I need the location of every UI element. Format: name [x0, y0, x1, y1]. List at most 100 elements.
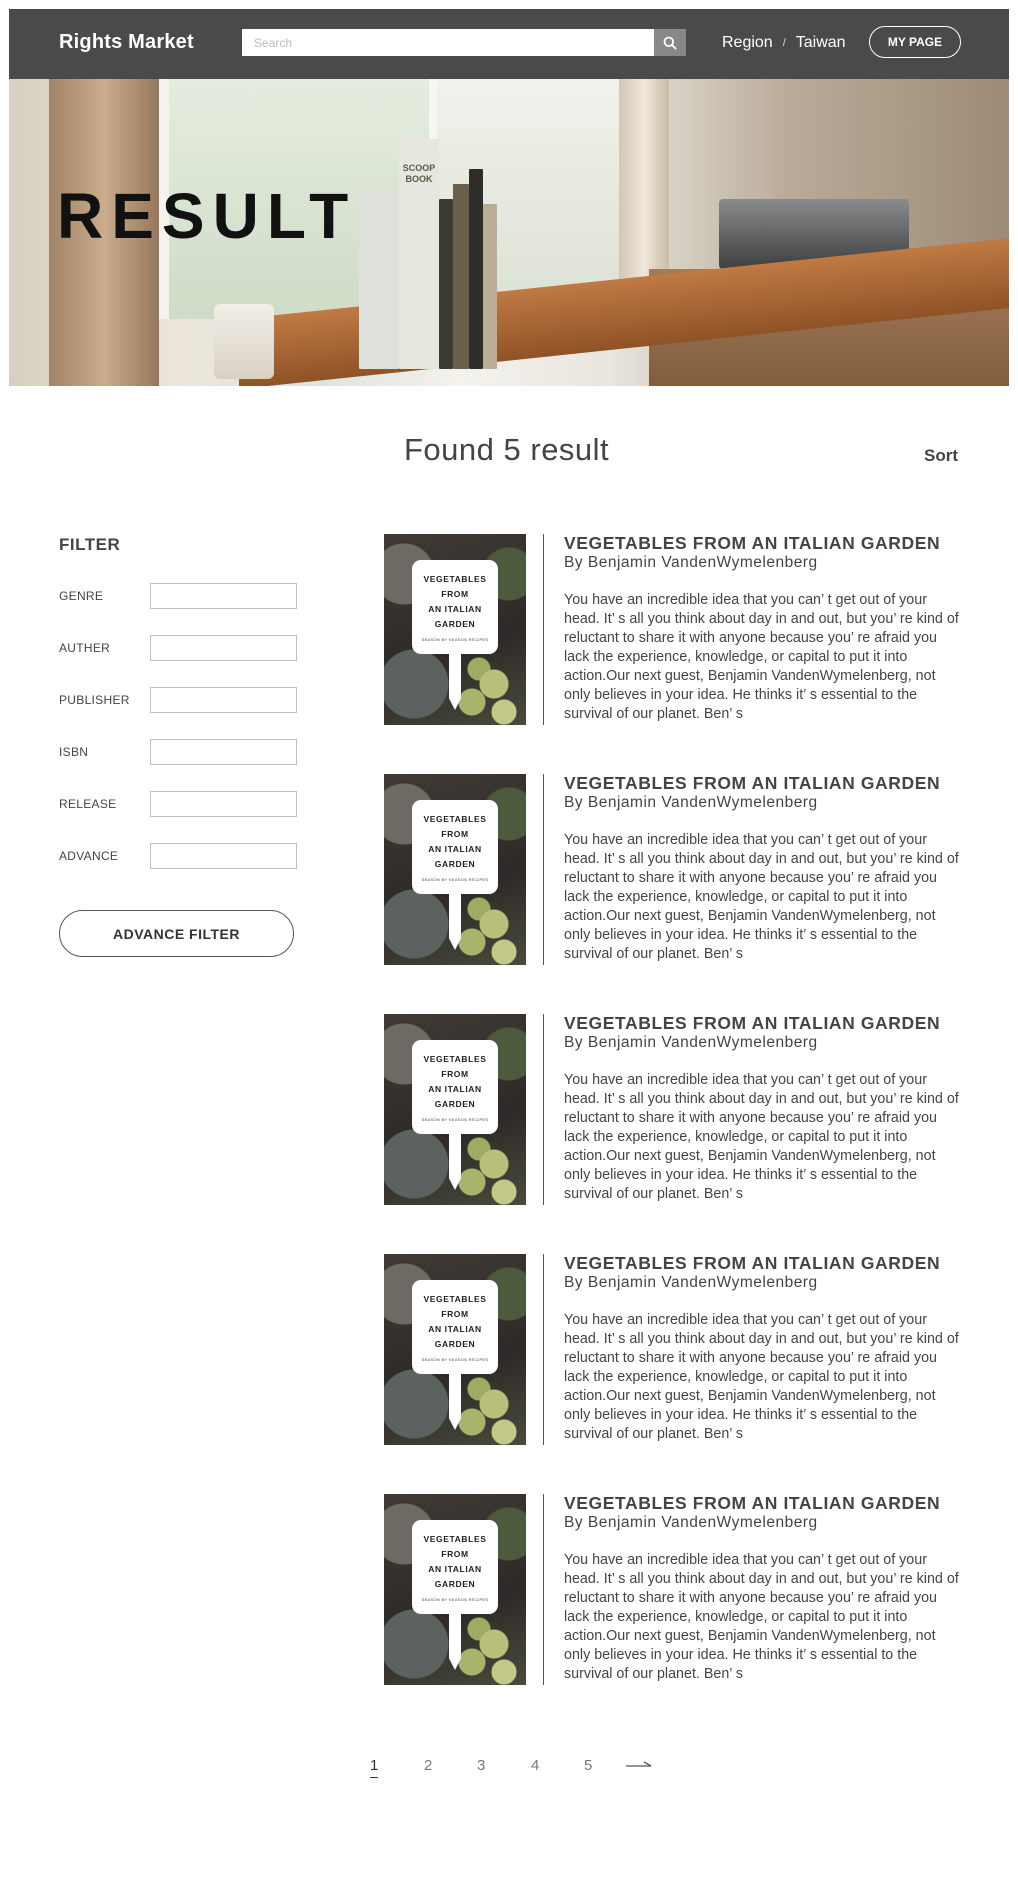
sort-button[interactable]: Sort	[924, 446, 958, 466]
hero-book	[359, 189, 399, 369]
hero-candle-jar	[214, 304, 274, 379]
book-cover[interactable]: VEGETABLES FROM AN ITALIAN GARDEN SEASON…	[384, 1494, 526, 1685]
cover-title-line: FROM	[441, 589, 469, 599]
cover-title-line: AN ITALIAN	[428, 1564, 482, 1574]
result-count: Found 5 result	[404, 432, 610, 467]
cover-title-line: AN ITALIAN	[428, 844, 482, 854]
advance-field[interactable]	[150, 843, 297, 869]
cover-title-line: GARDEN	[434, 619, 476, 629]
cover-title-line: GARDEN	[434, 1099, 476, 1109]
book-cover[interactable]: VEGETABLES FROM AN ITALIAN GARDEN SEASON…	[384, 534, 526, 725]
divider	[543, 534, 544, 725]
book-description: You have an incredible idea that you can…	[564, 1312, 959, 1442]
hero-book-scoop: SCOOP BOOK	[399, 139, 439, 369]
filter-title: FILTER	[59, 535, 121, 554]
hero-book	[469, 169, 483, 369]
page-link-3[interactable]: 3	[477, 1757, 485, 1774]
cover-title-line: GARDEN	[434, 1579, 476, 1589]
search-button[interactable]	[654, 29, 686, 56]
hero-books: SCOOP BOOK	[339, 139, 509, 369]
page-link-4[interactable]: 4	[531, 1757, 539, 1774]
filter-row-isbn: ISBN	[59, 739, 297, 765]
filter-label: ISBN	[59, 745, 89, 759]
book-title[interactable]: VEGETABLES FROM AN ITALIAN GARDEN	[564, 1493, 940, 1514]
region-selector[interactable]: Region / Taiwan	[722, 34, 846, 52]
cover-label: VEGETABLES FROM AN ITALIAN GARDEN SEASON…	[412, 1520, 498, 1614]
hero-book	[439, 199, 453, 369]
cover-label: VEGETABLES FROM AN ITALIAN GARDEN SEASON…	[412, 1040, 498, 1134]
region-value: Taiwan	[795, 34, 846, 51]
filter-label: ADVANCE	[59, 849, 119, 863]
book-description: You have an incredible idea that you can…	[564, 592, 959, 722]
book-cover[interactable]: VEGETABLES FROM AN ITALIAN GARDEN SEASON…	[384, 1254, 526, 1445]
result-item: VEGETABLES FROM AN ITALIAN GARDEN SEASON…	[384, 1013, 964, 1206]
result-item: VEGETABLES FROM AN ITALIAN GARDEN SEASON…	[384, 773, 964, 966]
book-author: By Benjamin VandenWymelenberg	[564, 554, 818, 571]
page-title: RESULT	[57, 180, 357, 252]
site-logo[interactable]: Rights Market	[59, 31, 194, 54]
filter-label: GENRE	[59, 589, 104, 603]
cover-title-line: AN ITALIAN	[428, 1084, 482, 1094]
filter-label: PUBLISHER	[59, 693, 130, 707]
filter-row-publisher: PUBLISHER	[59, 687, 297, 713]
page-link-2[interactable]: 2	[424, 1757, 432, 1774]
cover-label-stick	[449, 1132, 461, 1190]
cover-title-line: VEGETABLES	[423, 1534, 487, 1544]
cover-title-line: FROM	[441, 1549, 469, 1559]
filter-row-advance: ADVANCE	[59, 843, 297, 869]
cover-label: VEGETABLES FROM AN ITALIAN GARDEN SEASON…	[412, 800, 498, 894]
region-label: Region	[722, 34, 773, 51]
result-item: VEGETABLES FROM AN ITALIAN GARDEN SEASON…	[384, 1253, 964, 1446]
release-field[interactable]	[150, 791, 297, 817]
cover-title-line: FROM	[441, 829, 469, 839]
book-title[interactable]: VEGETABLES FROM AN ITALIAN GARDEN	[564, 1253, 940, 1274]
cover-title-line: AN ITALIAN	[428, 604, 482, 614]
hero-book	[453, 184, 469, 369]
cover-title-line: AN ITALIAN	[428, 1324, 482, 1334]
cover-title-line: FROM	[441, 1069, 469, 1079]
search-input[interactable]	[242, 29, 654, 56]
cover-title-line: VEGETABLES	[423, 1294, 487, 1304]
cover-subtitle: SEASON BY SEASON RECIPES	[421, 877, 489, 882]
book-cover[interactable]: VEGETABLES FROM AN ITALIAN GARDEN SEASON…	[384, 1014, 526, 1205]
arrow-right-icon[interactable]	[626, 1761, 652, 1771]
cover-label-stick	[449, 892, 461, 950]
top-navigation-bar: Rights Market Region / Taiwan MY PAGE	[9, 9, 1009, 79]
divider	[543, 1494, 544, 1685]
book-description: You have an incredible idea that you can…	[564, 832, 959, 962]
advance-filter-button[interactable]: ADVANCE FILTER	[59, 910, 294, 957]
book-author: By Benjamin VandenWymelenberg	[564, 1274, 818, 1291]
cover-title-line: GARDEN	[434, 1339, 476, 1349]
filter-row-author: AUTHER	[59, 635, 297, 661]
page-link-1[interactable]: 1	[370, 1757, 379, 1778]
filter-row-release: RELEASE	[59, 791, 297, 817]
book-cover[interactable]: VEGETABLES FROM AN ITALIAN GARDEN SEASON…	[384, 774, 526, 965]
cover-subtitle: SEASON BY SEASON RECIPES	[421, 1357, 489, 1362]
cover-label: VEGETABLES FROM AN ITALIAN GARDEN SEASON…	[412, 1280, 498, 1374]
region-separator: /	[782, 37, 786, 49]
cover-label-stick	[449, 1372, 461, 1430]
cover-title-line: FROM	[441, 1309, 469, 1319]
my-page-button[interactable]: MY PAGE	[869, 26, 961, 58]
result-item: VEGETABLES FROM AN ITALIAN GARDEN SEASON…	[384, 533, 964, 726]
filter-label: RELEASE	[59, 797, 117, 811]
isbn-field[interactable]	[150, 739, 297, 765]
book-description: You have an incredible idea that you can…	[564, 1072, 959, 1202]
page-link-5[interactable]: 5	[584, 1757, 592, 1774]
book-author: By Benjamin VandenWymelenberg	[564, 1514, 818, 1531]
cover-label-stick	[449, 1612, 461, 1670]
book-title[interactable]: VEGETABLES FROM AN ITALIAN GARDEN	[564, 533, 940, 554]
cover-title-line: VEGETABLES	[423, 814, 487, 824]
filter-row-genre: GENRE	[59, 583, 297, 609]
cover-title-line: VEGETABLES	[423, 1054, 487, 1064]
filter-label: AUTHER	[59, 641, 111, 655]
book-description: You have an incredible idea that you can…	[564, 1552, 959, 1682]
hero-banner: SCOOP BOOK RESULT	[9, 79, 1009, 386]
book-author: By Benjamin VandenWymelenberg	[564, 794, 818, 811]
author-field[interactable]	[150, 635, 297, 661]
book-title[interactable]: VEGETABLES FROM AN ITALIAN GARDEN	[564, 1013, 940, 1034]
publisher-field[interactable]	[150, 687, 297, 713]
cover-label-stick	[449, 652, 461, 710]
book-title[interactable]: VEGETABLES FROM AN ITALIAN GARDEN	[564, 773, 940, 794]
genre-field[interactable]	[150, 583, 297, 609]
